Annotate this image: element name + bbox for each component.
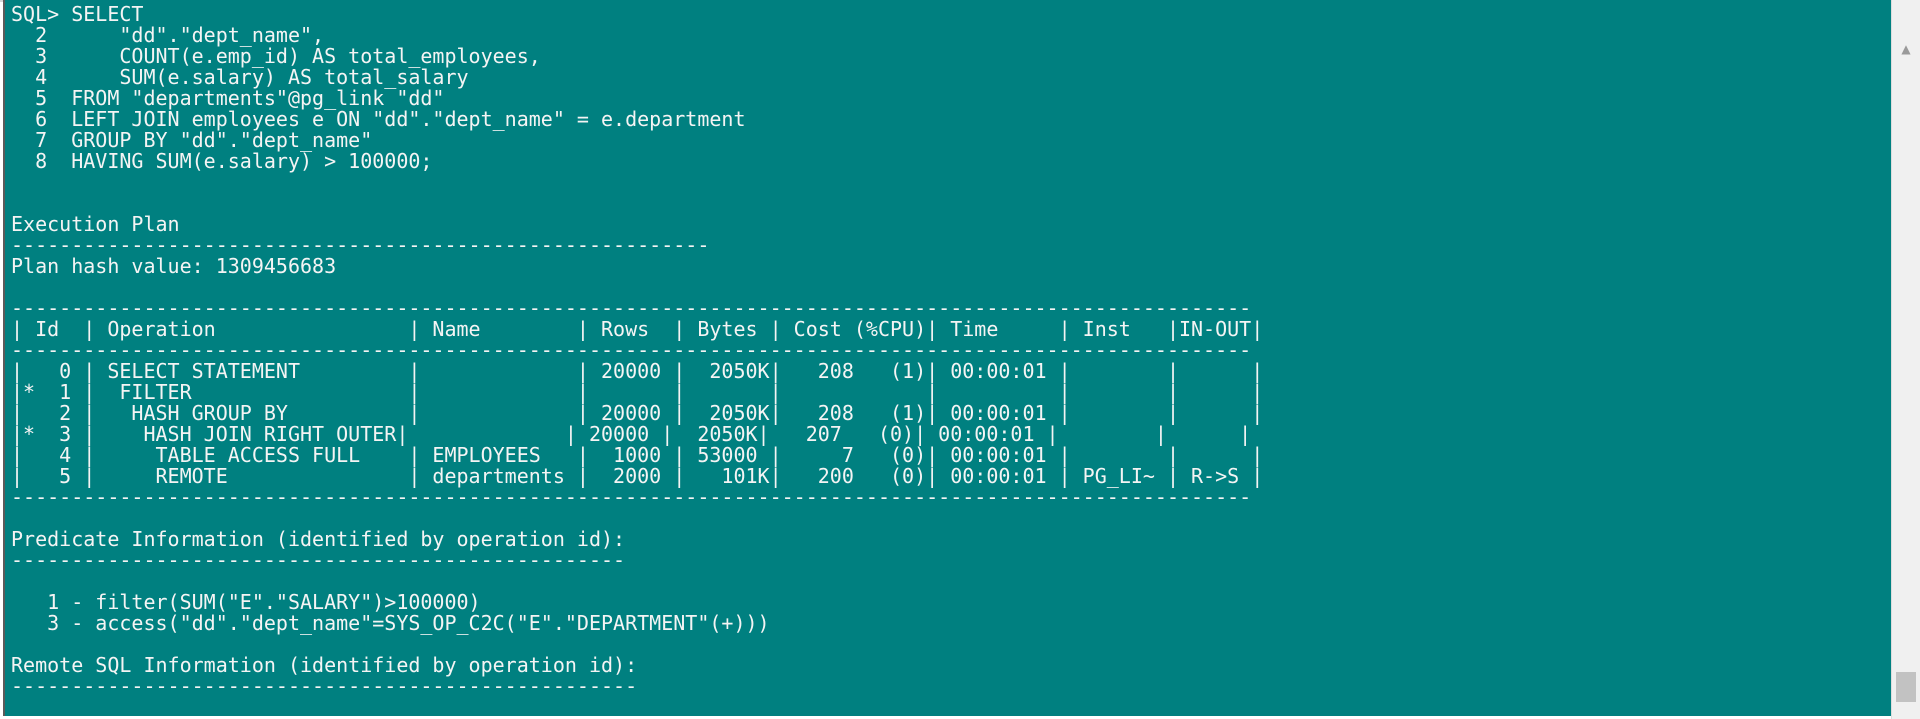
terminal-output[interactable]: SQL> SELECT 2 "dd"."dept_name", 3 COUNT(…: [3, 0, 1891, 716]
sqlplus-window: SQL> SELECT 2 "dd"."dept_name", 3 COUNT(…: [0, 0, 1920, 719]
terminal-line: Plan hash value: 1309456683: [11, 254, 337, 278]
vertical-scrollbar[interactable]: ▲: [1891, 0, 1920, 719]
scroll-thumb[interactable]: [1896, 672, 1916, 702]
terminal-line: ----------------------------------------…: [11, 485, 1252, 509]
terminal-line: ----------------------------------------…: [11, 674, 638, 698]
terminal-text: SQL> SELECT 2 "dd"."dept_name", 3 COUNT(…: [5, 0, 1891, 697]
terminal-line: ----------------------------------------…: [11, 548, 626, 572]
terminal-line: 3 - access("dd"."dept_name"=SYS_OP_C2C("…: [11, 611, 770, 635]
scroll-up-icon[interactable]: ▲: [1895, 38, 1917, 60]
terminal-line: 8 HAVING SUM(e.salary) > 100000;: [11, 149, 433, 173]
